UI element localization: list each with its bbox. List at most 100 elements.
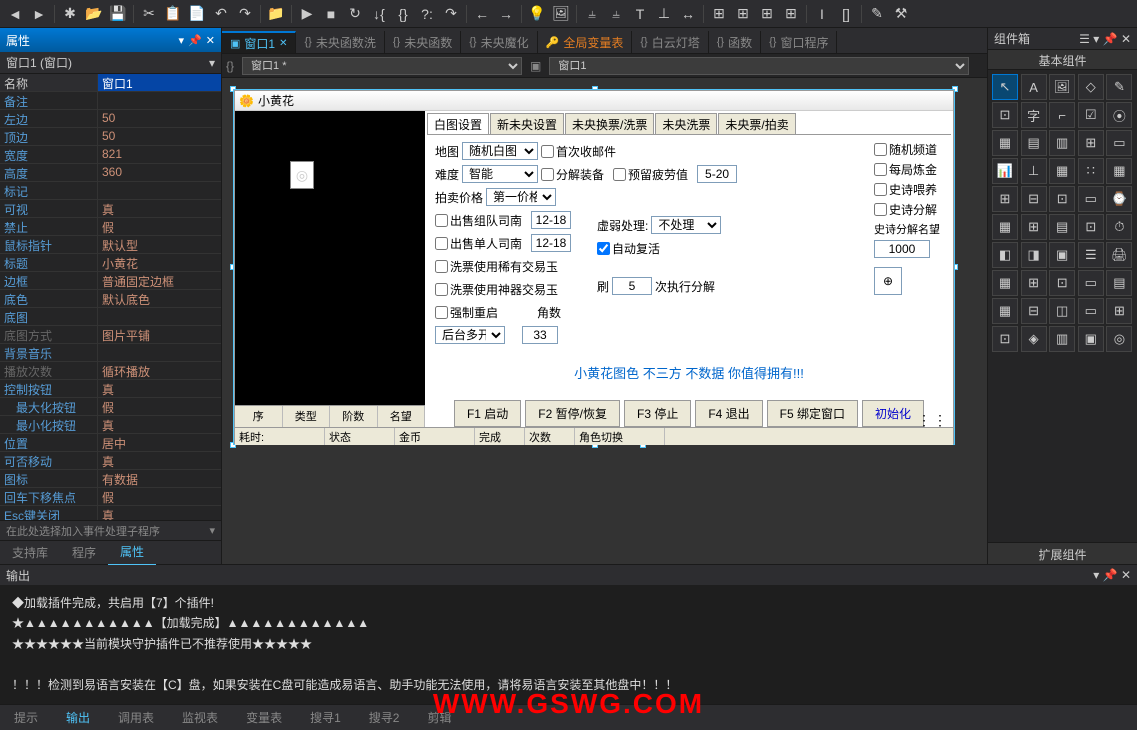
palette-component[interactable]: ⊟ [1021, 186, 1047, 212]
prop-row[interactable]: 标记 [0, 182, 221, 200]
palette-component[interactable]: ▤ [1049, 214, 1075, 240]
diff-select[interactable]: 智能 [462, 165, 538, 183]
palette-component[interactable]: 字 [1021, 102, 1047, 128]
prop-value[interactable] [98, 92, 221, 109]
action-button[interactable]: F1 启动 [454, 400, 521, 427]
close-icon[interactable]: ✕ [206, 34, 215, 47]
align1-icon[interactable]: ⫨ [581, 3, 603, 25]
auction-select[interactable]: 第一价格 [486, 188, 556, 206]
chk-decompose[interactable]: 分解装备 [541, 166, 604, 183]
prop-row[interactable]: 名称窗口1 [0, 74, 221, 92]
chk-wash-epic[interactable]: 洗票使用神器交易玉 [435, 281, 558, 298]
map-select[interactable]: 随机白图 [462, 142, 538, 160]
grip-icon[interactable]: ⋮⋮ [917, 412, 949, 429]
prop-row[interactable]: 位置居中 [0, 434, 221, 452]
dropdown-icon[interactable]: ▾ [1093, 568, 1099, 582]
palette-component[interactable]: ▭ [1106, 130, 1132, 156]
document-tab[interactable]: ▣窗口1✕ [222, 31, 296, 53]
prop-value[interactable]: 有数据 [98, 470, 221, 487]
palette-component[interactable]: ▦ [992, 298, 1018, 324]
prop-row[interactable]: 左边50 [0, 110, 221, 128]
prop-row[interactable]: 底图 [0, 308, 221, 326]
stop-icon[interactable]: ■ [320, 3, 342, 25]
undo-icon[interactable]: ↶ [210, 3, 232, 25]
prop-value[interactable]: 真 [98, 452, 221, 469]
palette-component[interactable]: 🖨 [1106, 242, 1132, 268]
skip-icon[interactable]: ↷ [440, 3, 462, 25]
run-icon[interactable]: ▶ [296, 3, 318, 25]
palette-component[interactable]: ☰ [1078, 242, 1104, 268]
prop-row[interactable]: 鼠标指针默认型 [0, 236, 221, 254]
prop-row[interactable]: 禁止假 [0, 218, 221, 236]
forward-icon[interactable]: ► [28, 3, 50, 25]
action-button[interactable]: F3 停止 [624, 400, 691, 427]
prop-value[interactable]: 窗口1 [98, 74, 221, 91]
prop-value[interactable]: 循环播放 [98, 362, 221, 379]
action-button[interactable]: F2 暂停/恢复 [525, 400, 620, 427]
chk-force-restart[interactable]: 强制重启 [435, 304, 498, 321]
prop-row[interactable]: 回车下移焦点假 [0, 488, 221, 506]
palette-component[interactable]: ⏱ [1106, 214, 1132, 240]
palette-component[interactable]: ▤ [1021, 130, 1047, 156]
palette-component[interactable]: ⊞ [1078, 130, 1104, 156]
document-tab[interactable]: {}白云灯塔 [632, 31, 708, 53]
palette-component[interactable]: ⊡ [992, 102, 1018, 128]
dist1-icon[interactable]: ⊞ [708, 3, 730, 25]
palette-component[interactable]: ◧ [992, 242, 1018, 268]
cut-icon[interactable]: ✂ [138, 3, 160, 25]
prop-value[interactable]: 假 [98, 218, 221, 235]
epic-fame-input[interactable] [874, 240, 930, 258]
props-tab[interactable]: 程序 [60, 540, 108, 565]
palette-section-title[interactable]: 基本组件 [988, 50, 1137, 70]
action-button[interactable]: F5 绑定窗口 [767, 400, 858, 427]
palette-component[interactable]: ✎ [1106, 74, 1132, 100]
dropdown-icon[interactable]: ▾ [1093, 32, 1099, 46]
open-icon[interactable]: 📂 [83, 3, 105, 25]
list-col-header[interactable]: 类型 [283, 406, 331, 427]
palette-component[interactable]: ⌐ [1049, 102, 1075, 128]
chk-epic-decompose[interactable]: 史诗分解 [874, 201, 937, 218]
align5-icon[interactable]: ↔ [677, 3, 699, 25]
prop-value[interactable]: 真 [98, 416, 221, 433]
palette-component[interactable]: ⊞ [1106, 298, 1132, 324]
cond-icon[interactable]: ?: [416, 3, 438, 25]
chk-wash-rare[interactable]: 洗票使用稀有交易玉 [435, 258, 558, 275]
prop-row[interactable]: 底色默认底色 [0, 290, 221, 308]
save-icon[interactable]: 💾 [107, 3, 129, 25]
prop-value[interactable] [98, 308, 221, 325]
sell-solo-input[interactable] [531, 234, 571, 252]
next-icon[interactable]: → [495, 3, 517, 25]
prop-value[interactable] [98, 344, 221, 361]
pin-icon[interactable]: 📌 [1103, 568, 1118, 582]
chk-sell-solo[interactable]: 出售单人司南 [435, 235, 522, 252]
brush-input[interactable] [612, 277, 652, 295]
prev-icon[interactable]: ← [471, 3, 493, 25]
chk-epic-feed[interactable]: 史诗喂养 [874, 181, 937, 198]
palette-component[interactable]: ▣ [1078, 326, 1104, 352]
list-col-header[interactable]: 名望 [378, 406, 426, 427]
output-tab[interactable]: 输出 [52, 705, 104, 730]
palette-component[interactable]: ⊡ [1049, 270, 1075, 296]
prop-row[interactable]: 宽度821 [0, 146, 221, 164]
prop-value[interactable]: 50 [98, 110, 221, 127]
combo-window[interactable]: 窗口1 * [242, 57, 522, 75]
prop-value[interactable]: 360 [98, 164, 221, 181]
prop-value[interactable]: 821 [98, 146, 221, 163]
palette-component[interactable]: ⊡ [1049, 186, 1075, 212]
design-canvas[interactable]: 🌼 小黄花 ◎ 序类型阶数名望 白图设置新未央设置未央换票/洗票未央洗票未央票/… [222, 78, 987, 564]
document-tab[interactable]: {}窗口程序 [761, 31, 837, 53]
palette-component[interactable]: 📊 [992, 158, 1018, 184]
dist3-icon[interactable]: ⊞ [756, 3, 778, 25]
prop-value[interactable]: 50 [98, 128, 221, 145]
image-icon[interactable]: 🖼 [550, 3, 572, 25]
tools-icon[interactable]: ⚒ [890, 3, 912, 25]
prop-value[interactable]: 默认型 [98, 236, 221, 253]
form-tab[interactable]: 未央洗票 [655, 113, 717, 134]
palette-component[interactable]: ⊟ [1021, 298, 1047, 324]
prop-row[interactable]: 标题小黄花 [0, 254, 221, 272]
prop-value[interactable]: 普通固定边框 [98, 272, 221, 289]
prop-value[interactable]: 真 [98, 506, 221, 520]
output-tab[interactable]: 搜寻1 [296, 705, 355, 730]
prop-value[interactable]: 假 [98, 488, 221, 505]
prop-row[interactable]: 控制按钮真 [0, 380, 221, 398]
